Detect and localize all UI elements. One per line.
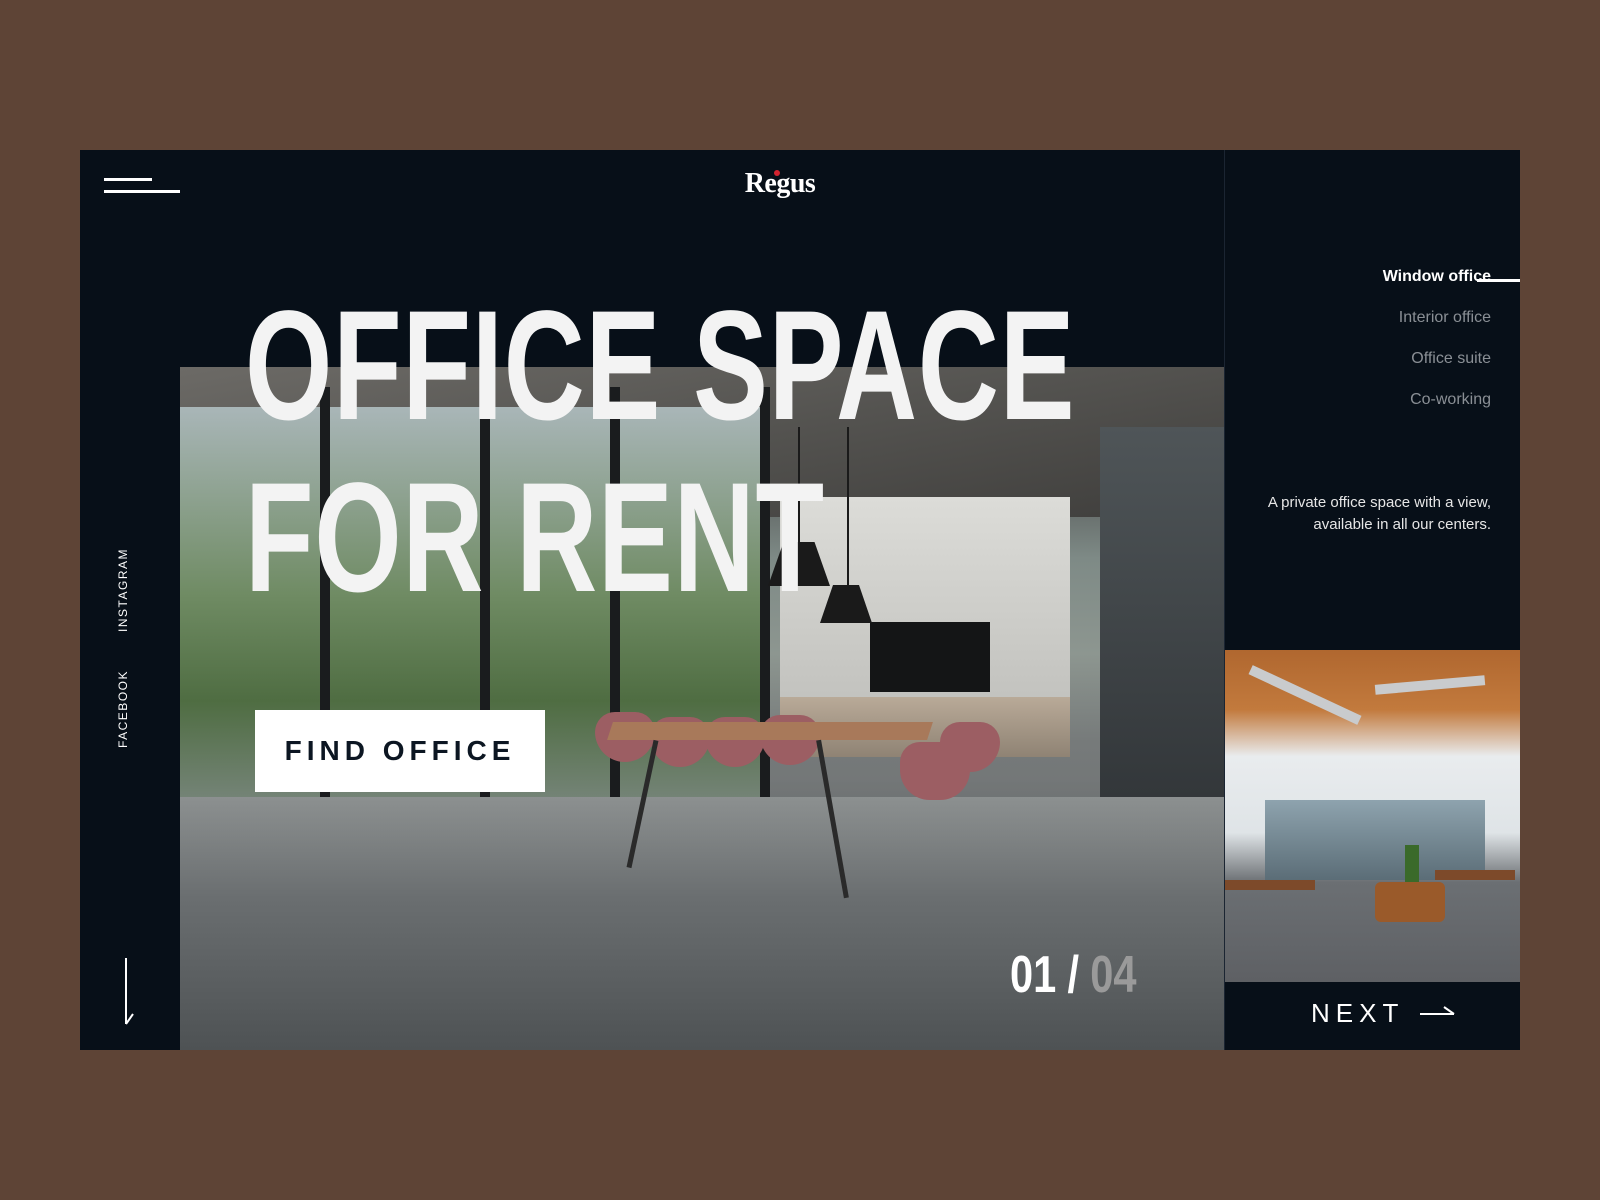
next-label: NEXT: [1311, 997, 1405, 1028]
hero-title: OFFICE SPACE FOR RENT: [245, 280, 1075, 624]
logo-text: Regus: [744, 168, 816, 199]
instagram-link[interactable]: INSTAGRAM: [116, 548, 136, 632]
desk: [1435, 870, 1515, 880]
menu-item-interior-office[interactable]: Interior office: [1383, 309, 1491, 327]
hero-title-line-1: OFFICE SPACE: [245, 279, 1076, 453]
sofa: [1375, 882, 1445, 922]
duct-pipe: [1374, 675, 1486, 695]
find-office-button[interactable]: FIND OFFICE: [255, 710, 545, 792]
slide-current: 01: [1010, 946, 1057, 1004]
hero-section: Regus OFFICE SPACE FOR RENT FIND OFFICE …: [80, 150, 1224, 1050]
menu-item-co-working[interactable]: Co-working: [1383, 391, 1491, 409]
hamburger-line-top: [104, 178, 152, 181]
office-type-sidebar: Window office Interior office Office sui…: [1224, 150, 1520, 1050]
floor: [180, 797, 1224, 1050]
glass-partition: [1265, 800, 1485, 880]
hero-title-line-2: FOR RENT: [245, 451, 825, 625]
brand-logo[interactable]: Regus: [730, 168, 830, 200]
hamburger-icon[interactable]: [104, 178, 184, 198]
menu-item-office-suite[interactable]: Office suite: [1383, 350, 1491, 368]
menu-item-window-office[interactable]: Window office: [1383, 268, 1491, 286]
slide-counter: 01/04: [1010, 945, 1137, 1005]
slide-total: 04: [1090, 946, 1137, 1004]
glass-wall: [1100, 427, 1224, 847]
tv-screen: [870, 622, 990, 692]
slide-separator: /: [1067, 946, 1080, 1004]
next-button[interactable]: NEXT: [1311, 988, 1456, 1038]
facebook-link[interactable]: FACEBOOK: [116, 670, 136, 748]
office-type-menu: Window office Interior office Office sui…: [1383, 268, 1491, 432]
conference-table: [607, 722, 933, 740]
arrow-down-icon[interactable]: [120, 958, 136, 1028]
next-slide-preview[interactable]: [1225, 650, 1520, 982]
arrow-right-icon: [1420, 1006, 1455, 1015]
landing-card: Regus OFFICE SPACE FOR RENT FIND OFFICE …: [80, 150, 1520, 1050]
hamburger-line-bottom: [104, 190, 180, 193]
duct-pipe: [1248, 665, 1362, 725]
office-description: A private office space with a view, avai…: [1267, 494, 1491, 533]
logo-dot: [774, 170, 780, 176]
desk: [1225, 880, 1315, 890]
